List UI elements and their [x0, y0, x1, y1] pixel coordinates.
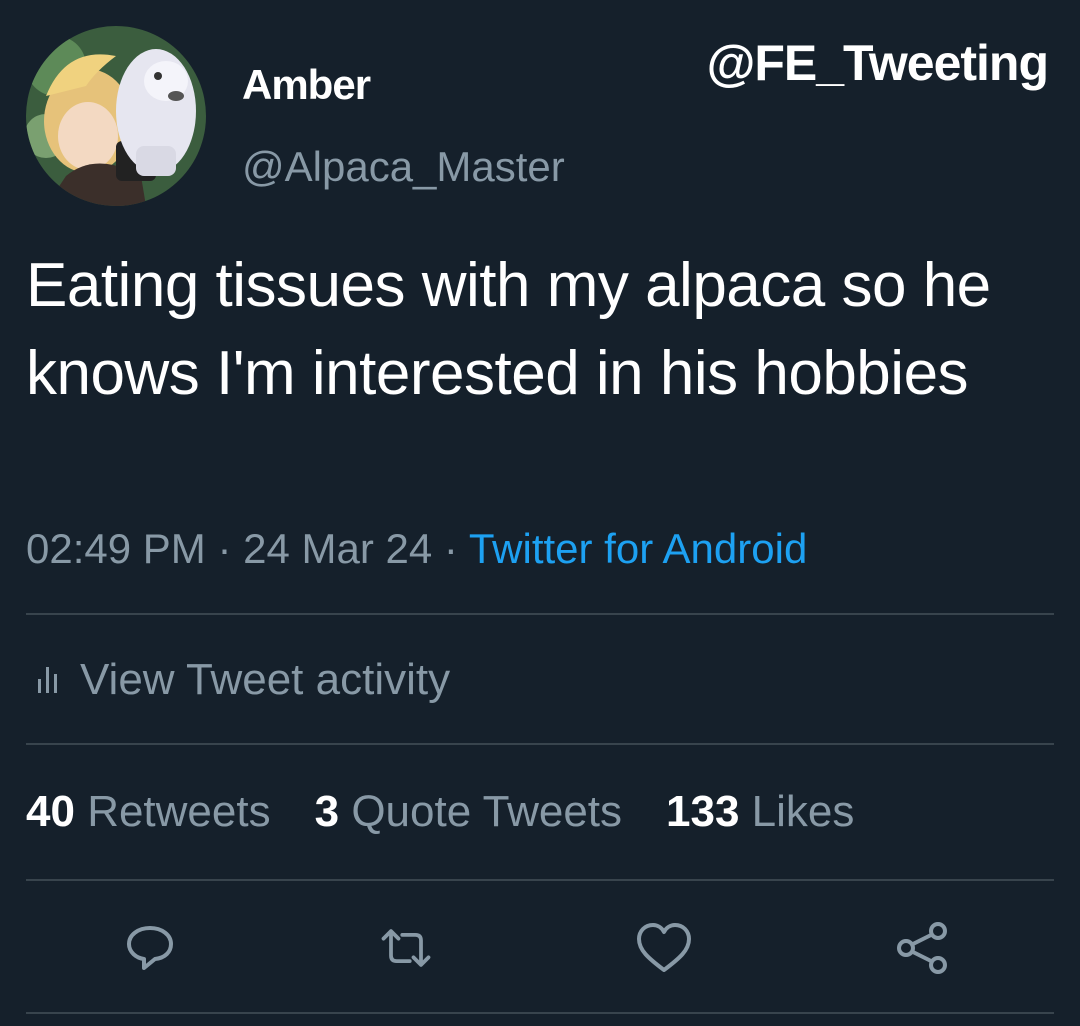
- avatar-image: [26, 26, 206, 206]
- retweets-stat[interactable]: 40 Retweets: [26, 790, 271, 834]
- tweet-meta: 02:49 PM · 24 Mar 24 · Twitter for Andro…: [26, 528, 807, 570]
- likes-count: 133: [666, 787, 740, 836]
- meta-separator: ·: [443, 525, 458, 572]
- username-handle[interactable]: @Alpaca_Master: [242, 146, 565, 188]
- divider: [26, 743, 1054, 745]
- view-tweet-activity-link[interactable]: View Tweet activity: [36, 658, 450, 702]
- display-name[interactable]: Amber: [242, 64, 565, 106]
- divider: [26, 879, 1054, 881]
- view-tweet-activity-label: View Tweet activity: [80, 655, 451, 704]
- retweet-button[interactable]: [376, 920, 436, 976]
- tweet-source-link[interactable]: Twitter for Android: [469, 525, 807, 572]
- author-names: Amber @Alpaca_Master: [242, 26, 565, 188]
- tweet-time: 02:49 PM: [26, 525, 206, 572]
- divider: [26, 1012, 1054, 1014]
- likes-label: Likes: [751, 787, 855, 836]
- likes-stat[interactable]: 133 Likes: [666, 790, 854, 834]
- divider: [26, 613, 1054, 615]
- share-icon: [897, 922, 947, 974]
- tweet-header: Amber @Alpaca_Master: [26, 26, 565, 206]
- tweet-date: 24 Mar 24: [243, 525, 433, 572]
- quote-tweets-label: Quote Tweets: [351, 787, 623, 836]
- quote-tweets-stat[interactable]: 3 Quote Tweets: [315, 790, 622, 834]
- retweet-icon: [381, 929, 431, 967]
- avatar[interactable]: [26, 26, 206, 206]
- quote-tweets-count: 3: [314, 787, 340, 836]
- watermark: @FE_Tweeting: [706, 35, 1049, 91]
- share-button[interactable]: [892, 920, 952, 976]
- tweet-actions-bar: [0, 920, 1080, 976]
- reply-icon: [127, 926, 173, 970]
- retweets-count: 40: [26, 787, 75, 836]
- like-button[interactable]: [634, 920, 694, 976]
- tweet-text: Eating tissues with my alpaca so he know…: [26, 251, 991, 408]
- tweet-stats: 40 Retweets 3 Quote Tweets 133 Likes: [26, 790, 898, 834]
- meta-separator: ·: [217, 525, 232, 572]
- retweets-label: Retweets: [87, 787, 271, 836]
- heart-icon: [637, 923, 691, 972]
- bar-chart-icon: [36, 667, 60, 693]
- reply-button[interactable]: [120, 920, 180, 976]
